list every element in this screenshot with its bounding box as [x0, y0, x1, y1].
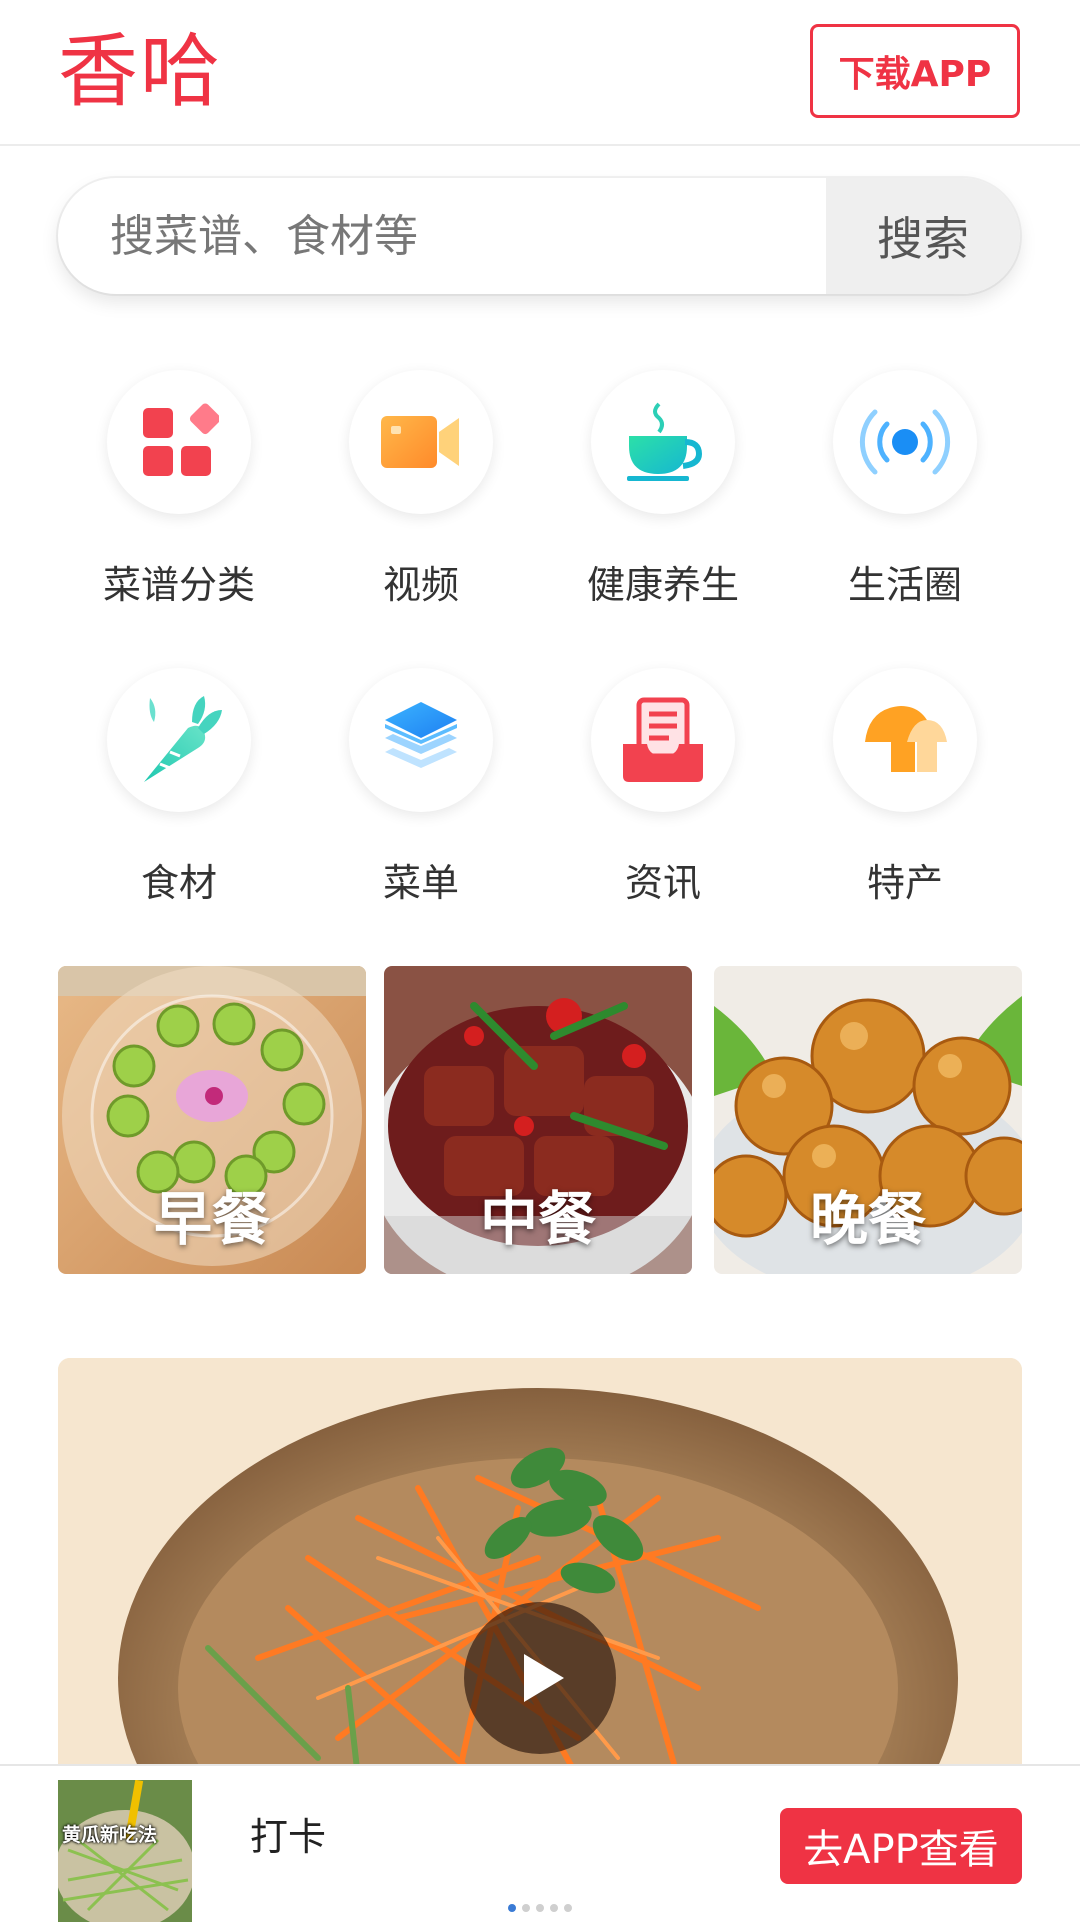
download-app-button[interactable]: 下载APP [810, 24, 1020, 118]
meal-card-dinner[interactable]: 晚餐 [714, 966, 1022, 1274]
play-icon [524, 1654, 564, 1702]
category-ingredients[interactable]: 食材 [58, 666, 300, 926]
promo-thumbnail-text: 黄瓜新吃法 [62, 1824, 158, 1846]
layers-icon [385, 702, 457, 768]
category-label: 健康养生 [586, 563, 739, 607]
play-button[interactable] [464, 1602, 616, 1754]
carousel-dot [536, 1904, 544, 1912]
app-logo[interactable]: 香哈 [58, 22, 222, 122]
category-menu[interactable]: 菜单 [300, 666, 542, 926]
carousel-indicator [508, 1904, 572, 1912]
video-camera-icon [381, 416, 459, 468]
bottom-promo-bar: 黄瓜新吃法 打卡 去APP查看 [0, 1764, 1080, 1922]
meal-card-lunch[interactable]: 中餐 [384, 966, 692, 1274]
category-life-circle[interactable]: 生活圈 [784, 368, 1026, 628]
carousel-dot [550, 1904, 558, 1912]
open-in-app-button[interactable]: 去APP查看 [780, 1808, 1022, 1884]
header: 香哈 下载APP [0, 0, 1080, 146]
category-circle [107, 370, 251, 514]
category-circle [591, 370, 735, 514]
mushroom-icon [865, 706, 947, 772]
meal-title: 晚餐 [809, 1185, 926, 1253]
video-card[interactable] [58, 1358, 1022, 1778]
meal-card-breakfast[interactable]: 早餐 [58, 966, 366, 1274]
category-health[interactable]: 健康养生 [542, 368, 784, 628]
category-specialty[interactable]: 特产 [784, 666, 1026, 926]
grid-apps-icon [143, 403, 219, 476]
meal-title: 早餐 [153, 1185, 270, 1253]
category-circle [591, 668, 735, 812]
promo-text: 打卡 [250, 1815, 327, 1859]
category-circle [349, 668, 493, 812]
category-circle [107, 668, 251, 812]
carousel-dot [522, 1904, 530, 1912]
meal-title: 中餐 [479, 1185, 596, 1253]
news-inbox-icon [623, 697, 703, 782]
carrot-icon [144, 696, 222, 782]
category-label: 生活圈 [847, 563, 962, 607]
category-video[interactable]: 视频 [300, 368, 542, 628]
category-label: 菜谱分类 [102, 563, 255, 607]
broadcast-icon [859, 409, 951, 475]
promo-thumbnail[interactable]: 黄瓜新吃法 [58, 1780, 192, 1922]
carousel-dot [564, 1904, 572, 1912]
category-label: 菜单 [382, 861, 459, 905]
category-circle [833, 668, 977, 812]
category-circle [833, 370, 977, 514]
category-recipe-types[interactable]: 菜谱分类 [58, 368, 300, 628]
category-circle [349, 370, 493, 514]
teacup-icon [627, 402, 703, 481]
category-label: 特产 [866, 861, 943, 905]
search-button[interactable]: 搜索 [826, 178, 1020, 294]
search-bar: 搜索 [58, 178, 1020, 294]
category-news[interactable]: 资讯 [542, 666, 784, 926]
category-label: 视频 [382, 563, 459, 607]
category-label: 资讯 [624, 861, 701, 905]
search-input[interactable] [58, 178, 826, 294]
cucumber-dish-image [58, 1780, 192, 1922]
carousel-dot [508, 1904, 516, 1912]
category-label: 食材 [140, 861, 217, 905]
